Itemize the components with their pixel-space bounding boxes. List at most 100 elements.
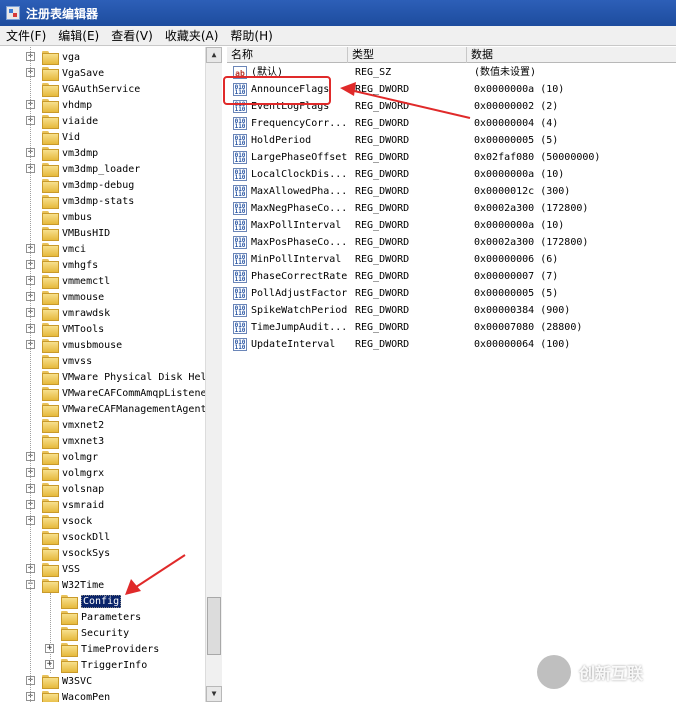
value-name-cell: PhaseCorrectRate: [251, 271, 348, 282]
table-row[interactable]: 010 110 HoldPeriod REG_DWORD 0x00000005 (5): [227, 132, 676, 149]
folder-icon: [61, 658, 78, 673]
folder-icon: [42, 386, 59, 401]
tree-item[interactable]: VMwareCAFManagementAgent: [42, 401, 207, 417]
tree-item[interactable]: + TimeProviders: [45, 641, 159, 657]
tree-item-label: vsockSys: [62, 547, 111, 559]
tree-item[interactable]: + vga: [26, 49, 80, 65]
tree-item-label: VMBusHID: [62, 227, 111, 239]
tree-item[interactable]: + vhdmp: [26, 97, 93, 113]
dword-value-icon: 010 110: [233, 117, 247, 130]
table-row[interactable]: 010 110 PhaseCorrectRate REG_DWORD 0x0000000…: [227, 268, 676, 285]
tree-item[interactable]: + VMTools: [26, 321, 105, 337]
tree-item[interactable]: − W32Time: [26, 577, 104, 593]
value-name-cell: MinPollInterval: [251, 254, 342, 265]
tree-item[interactable]: + volmgr: [26, 449, 98, 465]
tree-item[interactable]: vmxnet2: [42, 417, 104, 433]
tree-item-label: Config: [81, 594, 122, 608]
table-row[interactable]: 010 110 MaxPosPhaseCo... REG_DWORD 0x0002a30…: [227, 234, 676, 251]
tree-item[interactable]: + vmrawdsk: [26, 305, 111, 321]
column-header-type[interactable]: 类型: [348, 47, 467, 63]
menu-edit[interactable]: 编辑(E): [58, 27, 99, 44]
table-row[interactable]: 010 110 FrequencyCorr... REG_DWORD 0x0000000…: [227, 115, 676, 132]
table-row[interactable]: 010 110 TimeJumpAudit... REG_DWORD 0x0000708…: [227, 319, 676, 336]
tree-item[interactable]: vm3dmp-stats: [42, 193, 134, 209]
tree-item[interactable]: + WacomPen: [26, 689, 110, 702]
folder-icon: [42, 562, 59, 577]
table-row[interactable]: 010 110 LocalClockDis... REG_DWORD 0x0000000…: [227, 166, 676, 183]
dword-value-icon: 010 110: [233, 219, 247, 232]
scroll-thumb[interactable]: [207, 597, 221, 655]
tree-item-label: Parameters: [81, 611, 142, 623]
tree-item[interactable]: vsockDll: [42, 529, 110, 545]
table-row[interactable]: 010 110 PollAdjustFactor REG_DWORD 0x0000000…: [227, 285, 676, 302]
dword-value-icon: 010 110: [233, 338, 247, 351]
tree-item-label: vsmraid: [62, 499, 105, 511]
menu-favorites[interactable]: 收藏夹(A): [165, 27, 219, 44]
tree-item-label: vhdmp: [62, 99, 93, 111]
tree-item[interactable]: + volsnap: [26, 481, 104, 497]
tree-item-label: vmrawdsk: [62, 307, 111, 319]
scroll-down-icon[interactable]: ▼: [206, 686, 222, 702]
tree-item[interactable]: + vsock: [26, 513, 92, 529]
table-row[interactable]: 010 110 SpikeWatchPeriod REG_DWORD 0x0000038…: [227, 302, 676, 319]
tree-item[interactable]: + vsmraid: [26, 497, 105, 513]
tree-item-label: W3SVC: [62, 675, 93, 687]
table-row[interactable]: 010 110 MaxNegPhaseCo... REG_DWORD 0x0002a30…: [227, 200, 676, 217]
folder-icon: [42, 546, 59, 561]
menu-help[interactable]: 帮助(H): [230, 27, 272, 44]
table-row[interactable]: 010 110 MaxAllowedPha... REG_DWORD 0x0000012…: [227, 183, 676, 200]
tree-item[interactable]: + vm3dmp: [26, 145, 98, 161]
value-type-cell: REG_SZ: [355, 67, 392, 78]
value-name-cell: TimeJumpAudit...: [251, 322, 348, 333]
table-row[interactable]: 010 110 MinPollInterval REG_DWORD 0x00000006…: [227, 251, 676, 268]
tree-item-label: TriggerInfo: [81, 659, 148, 671]
tree-item[interactable]: VMware Physical Disk Hel: [42, 369, 207, 385]
list-header: 名称 类型 数据: [227, 47, 676, 63]
tree-item-label: vmbus: [62, 211, 93, 223]
tree-item[interactable]: VGAuthService: [42, 81, 140, 97]
value-type-cell: REG_DWORD: [355, 118, 410, 129]
column-header-name[interactable]: 名称: [227, 47, 348, 63]
tree-scrollbar[interactable]: ▲ ▼: [205, 47, 222, 702]
tree-item[interactable]: + TriggerInfo: [45, 657, 148, 673]
menu-file[interactable]: 文件(F): [6, 27, 46, 44]
tree-item[interactable]: vmbus: [42, 209, 92, 225]
tree-item[interactable]: VMwareCAFCommAmqpListene: [42, 385, 207, 401]
table-row[interactable]: 010 110 LargePhaseOffset REG_DWORD 0x02faf08…: [227, 149, 676, 166]
tree-item[interactable]: Vid: [42, 129, 80, 145]
tree-item[interactable]: vm3dmp-debug: [42, 177, 134, 193]
tree-item[interactable]: Security: [61, 625, 129, 641]
value-name-cell: MaxAllowedPha...: [251, 186, 348, 197]
tree-item[interactable]: + W3SVC: [26, 673, 93, 689]
tree-item[interactable]: + vmci: [26, 241, 86, 257]
tree-item-label: VMTools: [62, 323, 105, 335]
tree-item[interactable]: + vm3dmp_loader: [26, 161, 140, 177]
tree-item[interactable]: + volmgrx: [26, 465, 104, 481]
scroll-up-icon[interactable]: ▲: [206, 47, 222, 63]
tree-item[interactable]: Config: [61, 593, 122, 609]
tree-item-label: vmmouse: [62, 291, 105, 303]
tree-item-label: VMware Physical Disk Hel: [62, 371, 207, 383]
tree-item[interactable]: + VSS: [26, 561, 80, 577]
tree-item[interactable]: vmvss: [42, 353, 92, 369]
tree-item[interactable]: + VgaSave: [26, 65, 104, 81]
tree-item[interactable]: vsockSys: [42, 545, 110, 561]
table-row[interactable]: 010 110 MaxPollInterval REG_DWORD 0x0000000a…: [227, 217, 676, 234]
tree-item[interactable]: vmxnet3: [42, 433, 104, 449]
column-header-data[interactable]: 数据: [467, 47, 676, 63]
tree-item[interactable]: + vmhgfs: [26, 257, 98, 273]
value-type-cell: REG_DWORD: [355, 220, 410, 231]
tree-item[interactable]: + vmmemctl: [26, 273, 110, 289]
menu-view[interactable]: 查看(V): [111, 27, 153, 44]
value-data-cell: 0x00007080 (28800): [474, 322, 583, 333]
table-row[interactable]: 010 110 UpdateInterval REG_DWORD 0x00000064 …: [227, 336, 676, 353]
value-type-cell: REG_DWORD: [355, 169, 410, 180]
tree-item[interactable]: Parameters: [61, 609, 141, 625]
tree-item[interactable]: + viaide: [26, 113, 98, 129]
tree-item[interactable]: VMBusHID: [42, 225, 110, 241]
value-data-cell: 0x02faf080 (50000000): [474, 152, 601, 163]
value-data-cell: 0x00000004 (4): [474, 118, 559, 129]
tree-item[interactable]: + vmusbmouse: [26, 337, 122, 353]
tree-item[interactable]: + vmmouse: [26, 289, 105, 305]
folder-icon: [61, 642, 78, 657]
